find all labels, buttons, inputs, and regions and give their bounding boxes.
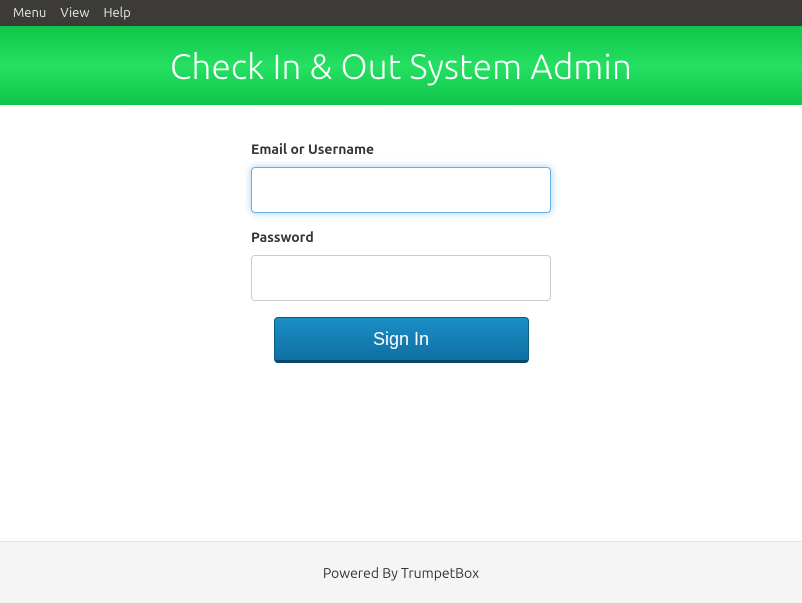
login-form: Email or Username Password Sign In bbox=[251, 141, 551, 541]
menu-item-menu[interactable]: Menu bbox=[6, 0, 53, 26]
menu-item-view[interactable]: View bbox=[53, 0, 96, 26]
content-area: Email or Username Password Sign In bbox=[0, 105, 802, 541]
password-group: Password bbox=[251, 229, 551, 301]
email-label: Email or Username bbox=[251, 141, 551, 157]
footer: Powered By TrumpetBox bbox=[0, 541, 802, 603]
email-group: Email or Username bbox=[251, 141, 551, 213]
menubar: Menu View Help bbox=[0, 0, 802, 26]
password-label: Password bbox=[251, 229, 551, 245]
signin-button[interactable]: Sign In bbox=[274, 317, 529, 363]
email-field[interactable] bbox=[251, 167, 551, 213]
page-title: Check In & Out System Admin bbox=[170, 46, 632, 86]
password-field[interactable] bbox=[251, 255, 551, 301]
banner: Check In & Out System Admin bbox=[0, 26, 802, 105]
menu-item-help[interactable]: Help bbox=[96, 0, 137, 26]
footer-text: Powered By TrumpetBox bbox=[323, 565, 479, 581]
